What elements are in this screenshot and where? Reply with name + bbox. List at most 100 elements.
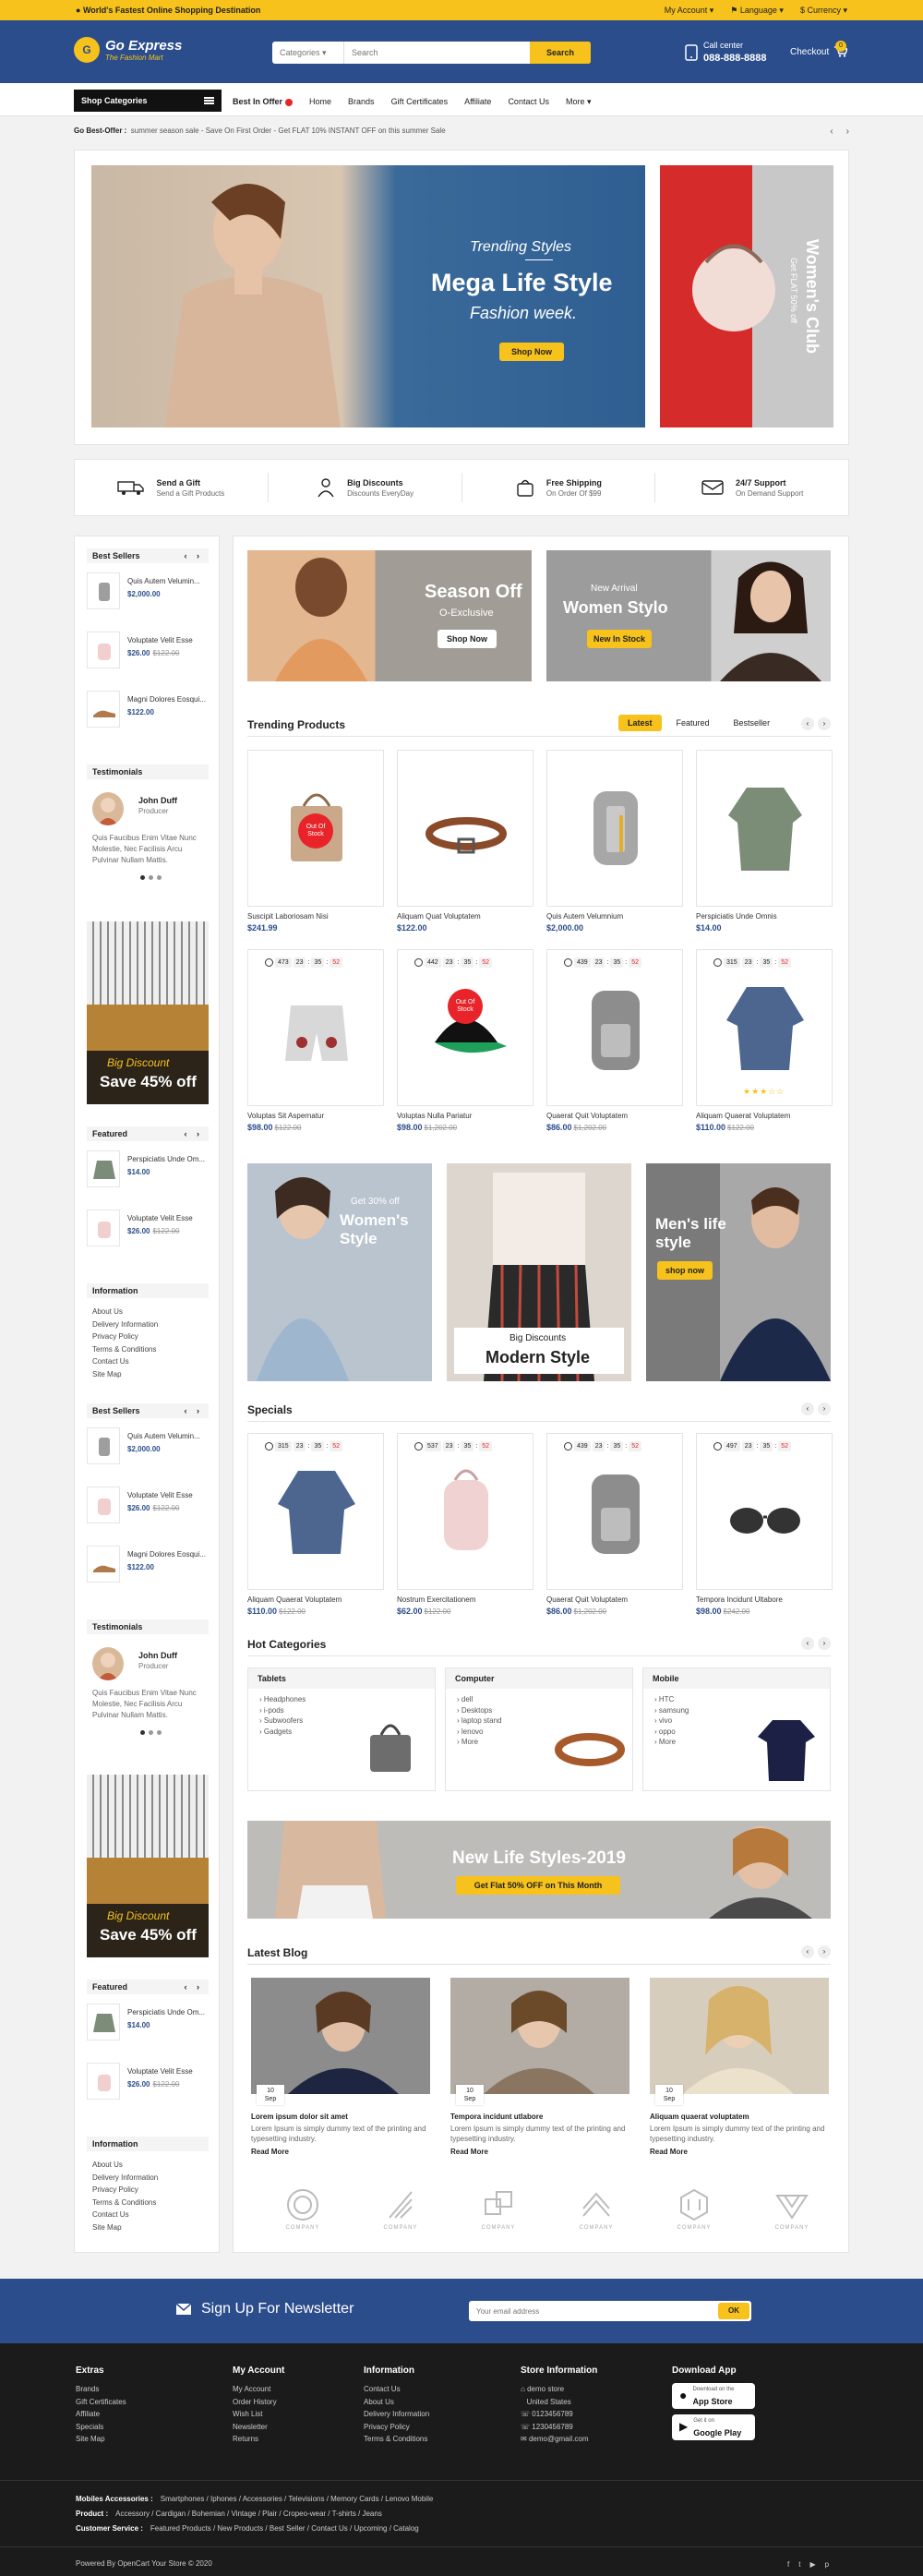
- sidebar-product[interactable]: Quis Autem Velumin... $2,000.00: [87, 1427, 210, 1470]
- nav-link-more[interactable]: More ▾: [566, 97, 592, 107]
- footer-link[interactable]: Terms & Conditions: [364, 2433, 429, 2446]
- sidebar-product[interactable]: Quis Autem Velumin... $2,000.00: [87, 572, 210, 615]
- sidebar-product[interactable]: Magni Dolores Eosqui... $122.00: [87, 691, 210, 733]
- new-in-stock-button[interactable]: New In Stock: [587, 630, 652, 648]
- footer-link[interactable]: About Us: [364, 2396, 429, 2409]
- prev-icon[interactable]: ‹: [801, 717, 814, 730]
- footer-link[interactable]: Brands: [76, 2383, 126, 2396]
- email-link[interactable]: ✉ demo@gmail.com: [521, 2433, 597, 2446]
- sidebar-product[interactable]: Magni Dolores Eosqui... $122.00: [87, 1546, 210, 1588]
- language-select[interactable]: ⚑ Language ▾: [730, 6, 784, 16]
- hot-category-tablets[interactable]: Tablets › Headphones › i-pods › Subwoofe…: [247, 1667, 436, 1791]
- currency-select[interactable]: $ Currency ▾: [800, 6, 847, 16]
- nav-link-contact[interactable]: Contact Us: [508, 97, 549, 107]
- best-sellers-arrows[interactable]: ‹ ›: [185, 1406, 204, 1415]
- app-store-button[interactable]: ● Download on the App Store: [672, 2383, 755, 2409]
- footer-link[interactable]: My Account: [233, 2383, 284, 2396]
- prev-icon[interactable]: ‹: [801, 1945, 814, 1958]
- hot-category-computer[interactable]: Computer › dell › Desktops › laptop stan…: [445, 1667, 633, 1791]
- my-account-link[interactable]: My Account ▾: [665, 6, 714, 16]
- sidebar-sale-banner[interactable]: Big Discount Save 45% off: [87, 921, 209, 1104]
- testimonial-pager[interactable]: [140, 1730, 162, 1735]
- next-icon[interactable]: ›: [818, 1402, 831, 1415]
- womens-club-banner[interactable]: Women's Club Get FLAT 50% off: [660, 165, 833, 427]
- google-play-button[interactable]: ▶ Get it on Google Play: [672, 2414, 755, 2440]
- lifestyle-banner[interactable]: New Life Styles-2019 Get Flat 50% OFF on…: [247, 1821, 831, 1919]
- info-link[interactable]: Terms & Conditions: [92, 2197, 158, 2209]
- twitter-icon[interactable]: t: [798, 2560, 800, 2569]
- women-stylo-banner[interactable]: New Arrival Women Stylo New In Stock: [546, 550, 831, 681]
- mens-style-banner[interactable]: Men's life style shop now: [646, 1163, 831, 1381]
- tab-latest[interactable]: Latest: [618, 715, 662, 731]
- newsletter-email-input[interactable]: [469, 2301, 709, 2321]
- nav-link-best-offer[interactable]: Best In Offer: [233, 97, 294, 107]
- brand-logo[interactable]: COMPANY: [373, 2186, 428, 2238]
- youtube-icon[interactable]: ▶: [809, 2560, 815, 2569]
- nav-link-affiliate[interactable]: Affiliate: [464, 97, 491, 107]
- read-more-link[interactable]: Read More: [251, 2148, 289, 2156]
- footer-link[interactable]: Specials: [76, 2421, 126, 2434]
- shop-categories-button[interactable]: Shop Categories: [74, 90, 222, 112]
- newsletter-submit-button[interactable]: OK: [718, 2303, 749, 2319]
- sidebar-product[interactable]: Voluptate Velit Esse $26.00 $122.00: [87, 1210, 210, 1252]
- next-icon[interactable]: ›: [818, 1945, 831, 1958]
- womens-style-banner[interactable]: Get 30% off Women's Style: [247, 1163, 432, 1381]
- facebook-icon[interactable]: f: [787, 2560, 789, 2569]
- footer-link[interactable]: Newsletter: [233, 2421, 284, 2434]
- sidebar-product[interactable]: Voluptate Velit Esse $26.00 $122.00: [87, 1487, 210, 1529]
- info-link[interactable]: Delivery Information: [92, 2172, 158, 2185]
- brand-logo[interactable]: COMPANY: [275, 2186, 330, 2238]
- lifestyle-button[interactable]: Get Flat 50% OFF on This Month: [456, 1876, 620, 1895]
- logo[interactable]: G Go Express The Fashion Mart: [74, 37, 182, 63]
- info-link[interactable]: Privacy Policy: [92, 1330, 158, 1343]
- hot-link[interactable]: › dell: [457, 1694, 621, 1705]
- hot-category-mobile[interactable]: Mobile › HTC › samsung › vivo › oppo › M…: [642, 1667, 831, 1791]
- footer-link[interactable]: Order History: [233, 2396, 284, 2409]
- footer-link[interactable]: Wish List: [233, 2408, 284, 2421]
- footer-link[interactable]: Gift Certificates: [76, 2396, 126, 2409]
- info-link[interactable]: Contact Us: [92, 2209, 158, 2221]
- season-off-banner[interactable]: Season Off O-Exclusive Shop Now: [247, 550, 532, 681]
- featured-arrows[interactable]: ‹ ›: [185, 1982, 204, 1992]
- info-link[interactable]: Privacy Policy: [92, 2184, 158, 2197]
- info-link[interactable]: Delivery Information: [92, 1318, 158, 1331]
- best-sellers-arrows[interactable]: ‹ ›: [185, 551, 204, 560]
- prev-icon[interactable]: ‹: [801, 1402, 814, 1415]
- featured-arrows[interactable]: ‹ ›: [185, 1129, 204, 1138]
- tab-bestseller[interactable]: Bestseller: [725, 715, 780, 731]
- nav-link-home[interactable]: Home: [309, 97, 331, 107]
- brand-logo[interactable]: COMPANY: [471, 2186, 526, 2238]
- modern-style-banner[interactable]: Big Discounts Modern Style: [447, 1163, 631, 1381]
- testimonial-pager[interactable]: [140, 875, 162, 880]
- tab-featured[interactable]: Featured: [667, 715, 719, 731]
- nav-link-brands[interactable]: Brands: [348, 97, 375, 107]
- footer-link[interactable]: Delivery Information: [364, 2408, 429, 2421]
- hot-link[interactable]: › Desktops: [457, 1705, 621, 1716]
- next-icon[interactable]: ›: [818, 1637, 831, 1650]
- read-more-link[interactable]: Read More: [450, 2148, 488, 2156]
- hero-banner[interactable]: Trending Styles Mega Life Style Fashion …: [91, 165, 645, 427]
- hot-link[interactable]: › HTC: [654, 1694, 819, 1705]
- sidebar-sale-banner[interactable]: Big Discount Save 45% off: [87, 1775, 209, 1957]
- hero-shop-now-button[interactable]: Shop Now: [499, 343, 564, 361]
- nav-link-gift-certificates[interactable]: Gift Certificates: [391, 97, 449, 107]
- footer-link[interactable]: Contact Us: [364, 2383, 429, 2396]
- brand-logo[interactable]: COMPANY: [569, 2186, 624, 2238]
- search-button[interactable]: Search: [530, 42, 591, 64]
- pinterest-icon[interactable]: p: [825, 2560, 829, 2569]
- prev-icon[interactable]: ‹: [801, 1637, 814, 1650]
- info-link[interactable]: Contact Us: [92, 1355, 158, 1368]
- brand-logo[interactable]: COMPANY: [764, 2186, 820, 2238]
- info-link[interactable]: About Us: [92, 2159, 158, 2172]
- offer-prev-icon[interactable]: ‹: [830, 126, 833, 137]
- footer-link[interactable]: Privacy Policy: [364, 2421, 429, 2434]
- offer-next-icon[interactable]: ›: [846, 126, 849, 137]
- info-link[interactable]: Site Map: [92, 2221, 158, 2234]
- info-link[interactable]: Site Map: [92, 1368, 158, 1381]
- sidebar-product[interactable]: Perspiciatis Unde Om... $14.00: [87, 1150, 210, 1193]
- footer-link[interactable]: Affiliate: [76, 2408, 126, 2421]
- sidebar-product[interactable]: Voluptate Velit Esse $26.00 $122.00: [87, 632, 210, 674]
- info-link[interactable]: Terms & Conditions: [92, 1343, 158, 1356]
- next-icon[interactable]: ›: [818, 717, 831, 730]
- sidebar-product[interactable]: Perspiciatis Unde Om... $14.00: [87, 2004, 210, 2046]
